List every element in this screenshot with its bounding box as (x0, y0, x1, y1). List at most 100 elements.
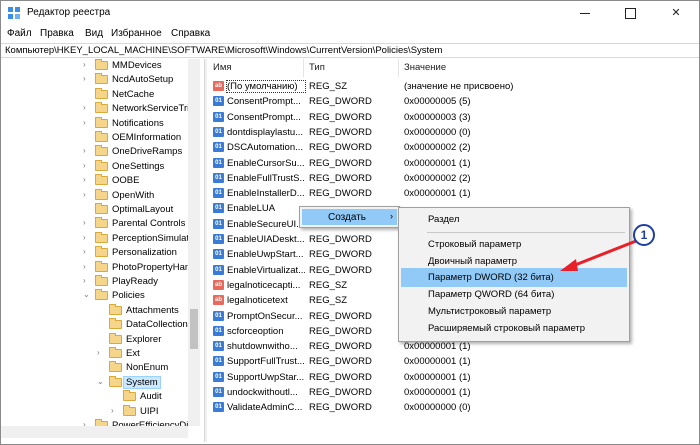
address-bar[interactable]: Компьютер\HKEY_LOCAL_MACHINE\SOFTWARE\Mi… (1, 43, 699, 58)
tree-item-label: UIPI (140, 405, 159, 417)
expand-chevron-icon[interactable]: › (111, 406, 119, 415)
submenu-item-key[interactable]: Раздел (401, 210, 627, 229)
expand-chevron-icon[interactable]: › (97, 349, 105, 357)
expand-chevron-icon[interactable]: › (83, 147, 91, 155)
value-data: 0x00000001 (1) (404, 371, 471, 383)
tree-item[interactable]: › MMDevices (1, 59, 188, 73)
value-row[interactable]: 01 EnableFullTrustS... REG_DWORD 0x00000002… (208, 171, 699, 186)
value-row[interactable]: 01 EnableInstallerD... REG_DWORD 0x00000001… (208, 186, 699, 201)
value-row[interactable]: 01 undockwithoutl... REG_DWORD 0x00000001 (… (208, 385, 699, 400)
value-data: 0x00000005 (5) (404, 96, 471, 108)
expand-chevron-icon[interactable]: › (83, 219, 91, 227)
menu-help[interactable]: Справка (171, 28, 210, 39)
tree-item[interactable]: ⌄ Policies (1, 289, 188, 303)
expand-chevron-icon[interactable]: › (83, 161, 91, 170)
tree-item[interactable]: › OOBE (1, 174, 188, 188)
tree-item[interactable]: Attachments (1, 303, 188, 318)
column-header-type[interactable]: Тип (304, 59, 399, 77)
tree-item[interactable]: OptimalLayout (1, 203, 188, 217)
folder-icon (95, 131, 108, 142)
tree-item[interactable]: NonEnum (1, 361, 188, 375)
tree-item[interactable]: › Parental Controls (1, 217, 188, 231)
expand-chevron-icon[interactable]: ⌄ (83, 291, 91, 299)
tree-item[interactable]: › NetworkServiceTrig (1, 102, 195, 116)
expand-chevron-icon[interactable] (111, 392, 119, 400)
column-header-value[interactable]: Значение (399, 59, 699, 77)
menu-file[interactable]: Файл (7, 28, 32, 39)
tree-item[interactable]: › PerceptionSimulati (1, 231, 191, 246)
tree-item[interactable]: Explorer (1, 332, 188, 347)
tree-item[interactable]: › PlayReady (1, 275, 188, 289)
submenu-item-expandstring[interactable]: Расширяемый строковый параметр (401, 319, 627, 338)
value-row[interactable]: ab (По умолчанию) REG_SZ (значение не присв… (208, 79, 699, 94)
expand-chevron-icon[interactable]: ⌄ (97, 377, 105, 386)
value-row[interactable]: 01 DSCAutomation... REG_DWORD 0x00000002 (2… (208, 140, 699, 155)
value-row[interactable]: 01 ValidateAdminC... REG_DWORD 0x00000000 (… (208, 400, 699, 415)
tree-item[interactable]: ⌄ System (1, 375, 188, 390)
context-menu-create[interactable]: Создать › (302, 209, 397, 225)
expand-chevron-icon[interactable]: › (83, 104, 91, 112)
tree-item[interactable]: › OneDriveRamps (1, 145, 188, 159)
tree-item[interactable]: › OneSettings (1, 159, 188, 174)
pane-splitter[interactable] (204, 59, 207, 442)
folder-icon (95, 102, 108, 114)
folder-icon (109, 347, 122, 358)
tree-item-label: Policies (112, 290, 145, 302)
value-type: REG_DWORD (309, 371, 372, 383)
menu-favorites[interactable]: Избранное (111, 28, 162, 39)
expand-chevron-icon[interactable] (97, 335, 105, 343)
expand-chevron-icon[interactable] (97, 320, 105, 328)
expand-chevron-icon[interactable] (83, 90, 91, 98)
tree-scroll-thumb[interactable] (190, 309, 198, 349)
value-row[interactable]: 01 SupportUwpStar... REG_DWORD 0x00000001 (… (208, 370, 699, 385)
tree-item[interactable]: › PhotoPropertyHan (1, 260, 190, 275)
maximize-button[interactable] (610, 1, 650, 25)
tree-item[interactable]: › UIPI (1, 404, 188, 419)
expand-chevron-icon[interactable]: › (83, 176, 91, 184)
expand-chevron-icon[interactable] (97, 306, 105, 314)
tree-item-label: Audit (140, 391, 162, 403)
expand-chevron-icon[interactable]: › (83, 277, 91, 285)
value-row[interactable]: 01 dontdisplaylastu... REG_DWORD 0x00000000… (208, 125, 699, 140)
expand-chevron-icon[interactable]: › (83, 61, 91, 69)
expand-chevron-icon[interactable]: › (83, 190, 91, 199)
expand-chevron-icon[interactable] (83, 133, 91, 141)
tree-item[interactable]: Audit (1, 390, 188, 404)
tree-item[interactable]: DataCollection (1, 318, 188, 332)
menu-edit[interactable]: Правка (40, 28, 74, 39)
value-name: EnableFullTrustS... (227, 172, 305, 184)
column-header-name[interactable]: Имя (208, 59, 304, 77)
tree-item[interactable]: › Notifications (1, 116, 188, 131)
expand-chevron-icon[interactable]: › (83, 262, 91, 271)
tree-item[interactable]: › Personalization (1, 246, 188, 260)
expand-chevron-icon[interactable]: › (83, 248, 91, 256)
registry-tree-pane[interactable]: › MMDevices › NcdAutoSetup NetCache › NetworkS… (1, 59, 201, 442)
value-row[interactable]: 01 ConsentPrompt... REG_DWORD 0x00000005 (5… (208, 94, 699, 109)
value-row[interactable]: 01 EnableCursorSu... REG_DWORD 0x00000001 (… (208, 156, 699, 171)
expand-chevron-icon[interactable] (83, 205, 91, 213)
tree-item[interactable]: NetCache (1, 87, 188, 102)
tree-vertical-scrollbar[interactable] (188, 59, 200, 426)
value-type: REG_SZ (309, 81, 348, 92)
value-row[interactable]: 01 ConsentPrompt... REG_DWORD 0x00000003 (3… (208, 110, 699, 125)
submenu-item-label: Двоичный параметр (428, 256, 518, 267)
expand-chevron-icon[interactable] (97, 363, 105, 371)
minimize-button[interactable] (565, 1, 605, 25)
address-path[interactable]: Компьютер\HKEY_LOCAL_MACHINE\SOFTWARE\Mi… (5, 45, 442, 56)
value-name: undockwithoutl... (227, 387, 298, 398)
expand-chevron-icon[interactable]: › (83, 233, 91, 242)
value-row[interactable]: 01 SupportFullTrust... REG_DWORD 0x00000001… (208, 354, 699, 369)
window-title: Редактор реестра (27, 7, 111, 18)
menu-view[interactable]: Вид (85, 28, 103, 39)
tree-item[interactable]: › NcdAutoSetup (1, 73, 188, 87)
tree-item[interactable]: OEMInformation (1, 131, 188, 145)
folder-icon (95, 73, 108, 85)
tree-horizontal-scrollbar[interactable] (1, 426, 188, 438)
expand-chevron-icon[interactable]: › (83, 75, 91, 83)
folder-icon (95, 289, 108, 301)
tree-item[interactable]: › Ext (1, 347, 188, 361)
tree-item-label: Attachments (126, 304, 179, 316)
expand-chevron-icon[interactable]: › (83, 118, 91, 127)
tree-item[interactable]: › OpenWith (1, 188, 188, 203)
close-button[interactable]: ✕ (656, 1, 696, 25)
